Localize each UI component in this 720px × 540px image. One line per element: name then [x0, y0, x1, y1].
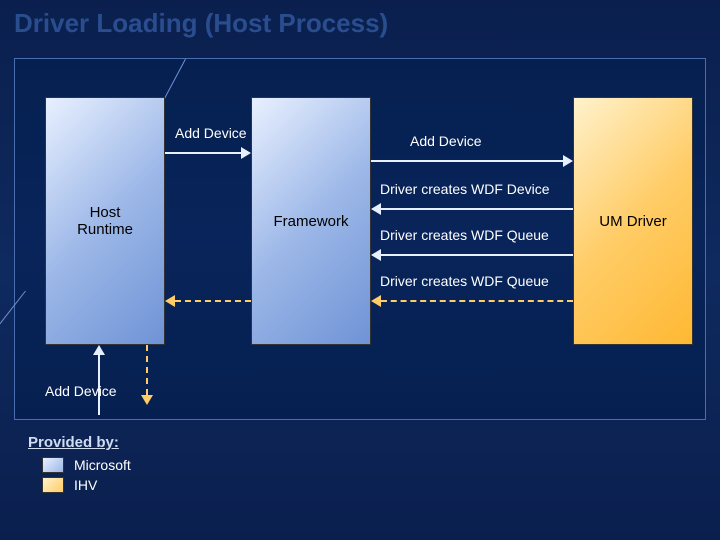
arrow-framework-to-umdriver: [371, 155, 573, 167]
diagram-canvas: Host Runtime Framework UM Driver Add Dev…: [14, 58, 706, 420]
slide-title: Driver Loading (Host Process): [14, 8, 388, 39]
legend-ihv-label: IHV: [74, 477, 97, 493]
legend-row-ihv: IHV: [42, 477, 131, 493]
host-runtime-label: Host Runtime: [77, 204, 133, 238]
legend-title: Provided by:: [28, 434, 131, 451]
arrow-host-to-framework: [165, 147, 251, 159]
um-driver-label: UM Driver: [599, 213, 667, 230]
um-driver-box: UM Driver: [573, 97, 693, 345]
legend: Provided by: Microsoft IHV: [28, 434, 131, 497]
decorative-line: [0, 291, 26, 394]
ihv-swatch-icon: [42, 477, 64, 493]
host-runtime-box: Host Runtime: [45, 97, 165, 345]
wdf-queue-label-1: Driver creates WDF Queue: [380, 227, 549, 243]
add-device-external-label: Add Device: [45, 383, 117, 399]
legend-microsoft-label: Microsoft: [74, 457, 131, 473]
framework-box: Framework: [251, 97, 371, 345]
arrow-dashed-framework-to-host: [165, 295, 251, 307]
microsoft-swatch-icon: [42, 457, 64, 473]
arrow-dashed-down: [141, 345, 153, 405]
wdf-device-label: Driver creates WDF Device: [380, 181, 550, 197]
add-device-label-2: Add Device: [410, 133, 482, 149]
arrow-wdf-queue-dashed: [371, 295, 573, 307]
arrow-add-device-up: [93, 345, 105, 415]
legend-row-microsoft: Microsoft: [42, 457, 131, 473]
framework-label: Framework: [273, 213, 348, 230]
arrow-wdf-queue-solid: [371, 249, 573, 261]
add-device-label-1: Add Device: [175, 125, 247, 141]
arrow-wdf-device: [371, 203, 573, 215]
wdf-queue-label-2: Driver creates WDF Queue: [380, 273, 549, 289]
